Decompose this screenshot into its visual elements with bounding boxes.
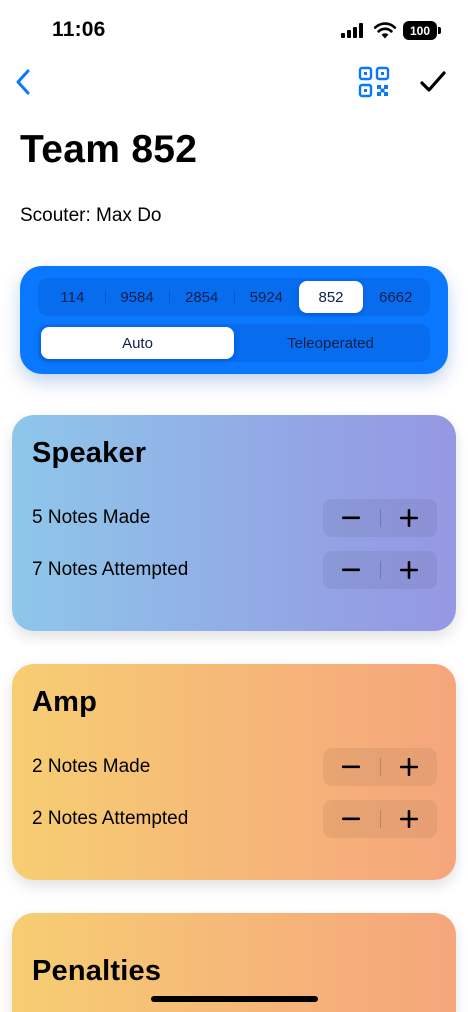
plus-icon [399, 758, 418, 776]
match-selector-panel: 114 9584 2854 5924 852 6662 Auto Teleope… [20, 266, 448, 374]
speaker-card: Speaker 5 Notes Made 7 Notes Attempted [12, 415, 456, 631]
status-bar: 11:06 100 [0, 0, 468, 60]
status-time: 11:06 [52, 18, 106, 41]
back-button[interactable] [6, 64, 40, 100]
increment-button[interactable] [381, 800, 438, 838]
mode-tab-auto[interactable]: Auto [41, 327, 234, 359]
team-tab[interactable]: 2854 [169, 281, 234, 313]
page-title: Team 852 [20, 128, 198, 171]
battery-level: 100 [409, 23, 431, 38]
scouter-name: Scouter: Max Do [20, 205, 162, 226]
counter-label: 2 Notes Made [32, 756, 151, 777]
decrement-button[interactable] [323, 499, 380, 537]
decrement-button[interactable] [323, 800, 380, 838]
increment-button[interactable] [381, 748, 438, 786]
minus-icon [342, 765, 361, 769]
minus-icon [342, 817, 361, 821]
team-tab[interactable]: 6662 [363, 281, 428, 313]
counter-row: 7 Notes Attempted [32, 551, 437, 589]
team-tab[interactable]: 9584 [104, 281, 170, 313]
team-tab[interactable]: 114 [40, 281, 105, 313]
counter-row: 5 Notes Made [32, 499, 437, 537]
amp-card: Amp 2 Notes Made 2 Notes Attempted [12, 664, 456, 880]
mode-tab-teleoperated[interactable]: Teleoperated [234, 327, 427, 359]
increment-button[interactable] [381, 551, 438, 589]
done-button[interactable] [416, 64, 450, 100]
card-title: Penalties [32, 955, 162, 987]
team-tab[interactable]: 5924 [234, 281, 299, 313]
qr-code-icon[interactable] [358, 66, 390, 98]
counter-label: 2 Notes Attempted [32, 808, 189, 829]
increment-button[interactable] [381, 499, 438, 537]
counter-label: 5 Notes Made [32, 507, 151, 528]
mode-segmented-control: Auto Teleoperated [38, 324, 430, 362]
team-tab-selected[interactable]: 852 [298, 281, 364, 313]
counter-label: 7 Notes Attempted [32, 559, 189, 580]
chevron-left-icon [16, 69, 30, 95]
plus-icon [399, 509, 418, 527]
home-indicator[interactable] [151, 996, 318, 1002]
minus-icon [342, 516, 361, 520]
plus-icon [399, 810, 418, 828]
decrement-button[interactable] [323, 748, 380, 786]
checkmark-icon [420, 71, 446, 92]
counter-stepper [323, 499, 437, 537]
minus-icon [342, 568, 361, 572]
counter-stepper [323, 800, 437, 838]
plus-icon [399, 561, 418, 579]
cellular-signal-icon [341, 23, 365, 38]
team-segmented-control: 114 9584 2854 5924 852 6662 [38, 278, 430, 316]
counter-stepper [323, 748, 437, 786]
card-title: Amp [32, 686, 98, 718]
counter-row: 2 Notes Made [32, 748, 437, 786]
counter-stepper [323, 551, 437, 589]
card-title: Speaker [32, 437, 147, 469]
counter-row: 2 Notes Attempted [32, 800, 437, 838]
battery-icon: 100 [403, 21, 441, 40]
decrement-button[interactable] [323, 551, 380, 589]
wifi-icon [373, 22, 397, 39]
